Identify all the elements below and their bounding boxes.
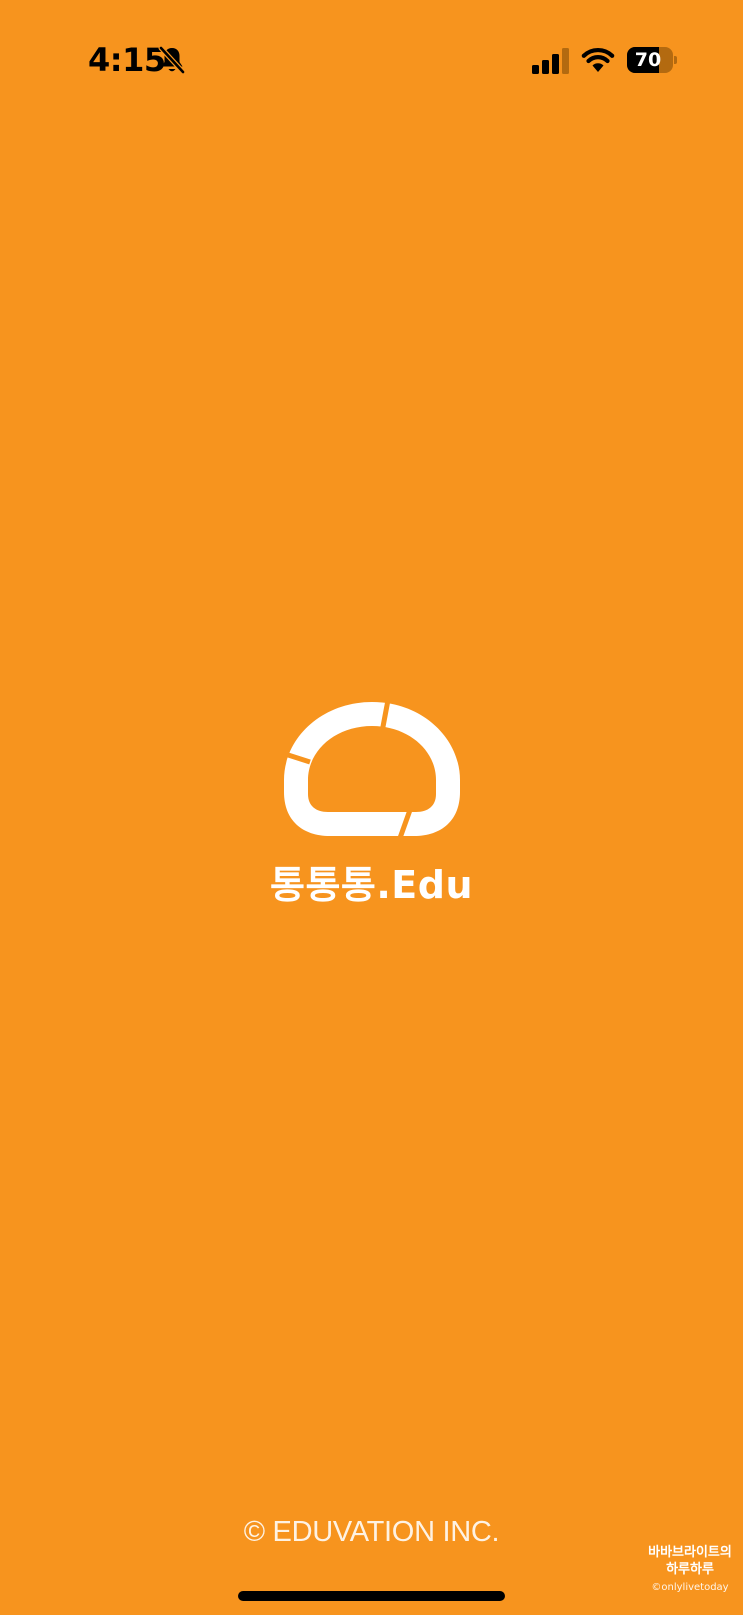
splash-screen: 4:15 70 통통통.Edu © EDUVATION INC. 바바브라이트의… [0, 0, 743, 1615]
home-indicator[interactable] [238, 1591, 505, 1601]
watermark: 바바브라이트의 하루하루 ©onlylivetoday [640, 1544, 740, 1598]
status-bar: 4:15 70 [0, 0, 743, 120]
wifi-icon [581, 48, 615, 72]
cellular-signal-icon [532, 48, 569, 74]
battery-indicator: 70 [627, 47, 677, 73]
battery-level-text: 70 [634, 49, 662, 71]
battery-tip [674, 56, 677, 64]
bell-slash-icon [158, 45, 186, 75]
watermark-line1: 바바브라이트의 [648, 1545, 732, 1560]
watermark-handle: ©onlylivetoday [651, 1582, 729, 1593]
battery-body: 70 [627, 47, 673, 73]
tongtongtong-logo-icon [284, 700, 460, 838]
watermark-line2: 하루하루 [666, 1562, 714, 1577]
copyright-text: © EDUVATION INC. [243, 1516, 500, 1548]
status-time: 4:15 [88, 41, 166, 79]
brand-name: 통통통.Edu [269, 863, 474, 907]
